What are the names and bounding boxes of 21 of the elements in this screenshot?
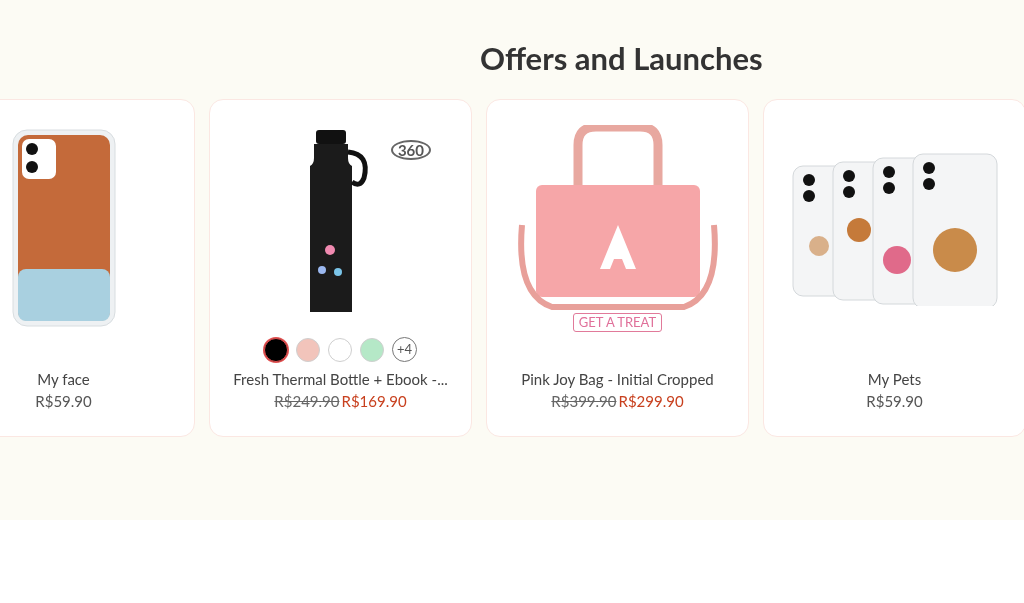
- product-card[interactable]: My face R$59.90: [0, 99, 195, 437]
- price: R$299.90: [618, 391, 684, 412]
- promo-badge: GET A TREAT: [572, 312, 663, 332]
- product-name: My Pets: [867, 369, 922, 390]
- product-card[interactable]: GET A TREAT Pink Joy Bag - Initial Cropped R$399.90 R$299.90: [486, 99, 749, 437]
- product-name: Pink Joy Bag - Initial Cropped: [521, 369, 714, 390]
- price: R$59.90: [35, 391, 92, 412]
- section-title: Offers and Launches: [480, 38, 763, 78]
- old-price: R$399.90: [551, 391, 617, 412]
- product-card[interactable]: My Pets R$59.90: [763, 99, 1024, 437]
- price: R$59.90: [866, 391, 923, 412]
- color-swatch[interactable]: [296, 337, 320, 362]
- view-360-icon[interactable]: 360: [390, 140, 431, 160]
- product-name: Fresh Thermal Bottle + Ebook -...: [233, 369, 448, 390]
- color-swatch[interactable]: [264, 337, 288, 362]
- product-name: My face: [37, 369, 90, 390]
- old-price: R$249.90: [274, 391, 340, 412]
- color-swatch[interactable]: [328, 337, 352, 362]
- color-swatch[interactable]: [360, 337, 384, 362]
- price: R$169.90: [341, 391, 407, 412]
- product-card[interactable]: 360 +4 Fresh Thermal Bottle + Ebook -... R$249.90 R$169.90: [209, 99, 472, 437]
